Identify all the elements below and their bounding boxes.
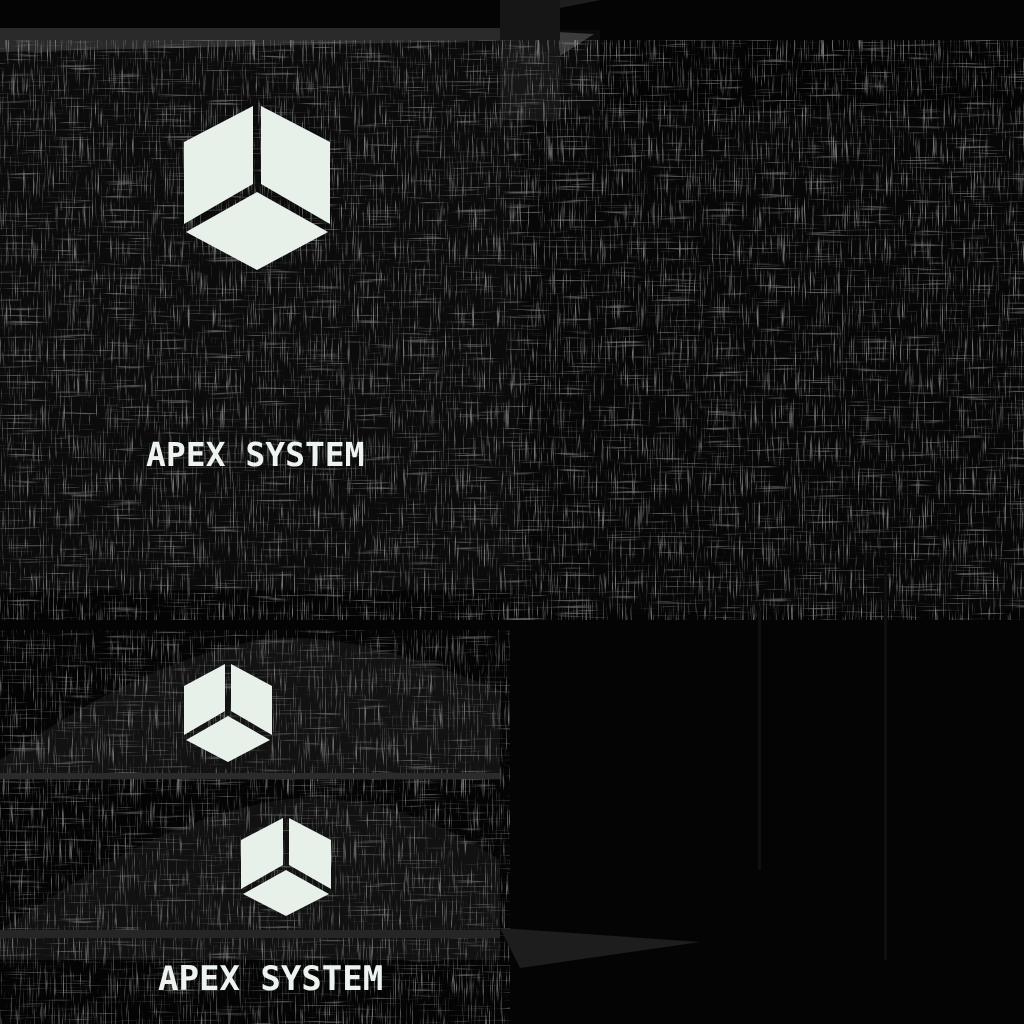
thin-line-2 bbox=[884, 560, 887, 960]
brand-wordmark: APEX SYSTEM bbox=[146, 435, 365, 474]
light-bar-2 bbox=[0, 930, 500, 938]
grunge-texture-background bbox=[0, 0, 1024, 1024]
cube-logo-icon bbox=[238, 814, 334, 918]
arrow-shard-bottom bbox=[500, 928, 700, 968]
noise-overlay-2 bbox=[0, 40, 1024, 620]
brand-wordmark-secondary: APEX SYSTEM bbox=[158, 959, 384, 999]
brand-mockup-canvas: APEX SYSTEM APEX SYSTEM bbox=[0, 0, 1024, 1024]
cube-logo-icon bbox=[181, 660, 275, 764]
thin-line-1 bbox=[758, 610, 761, 870]
cube-logo-icon bbox=[180, 100, 334, 274]
light-bar-1 bbox=[0, 773, 500, 779]
